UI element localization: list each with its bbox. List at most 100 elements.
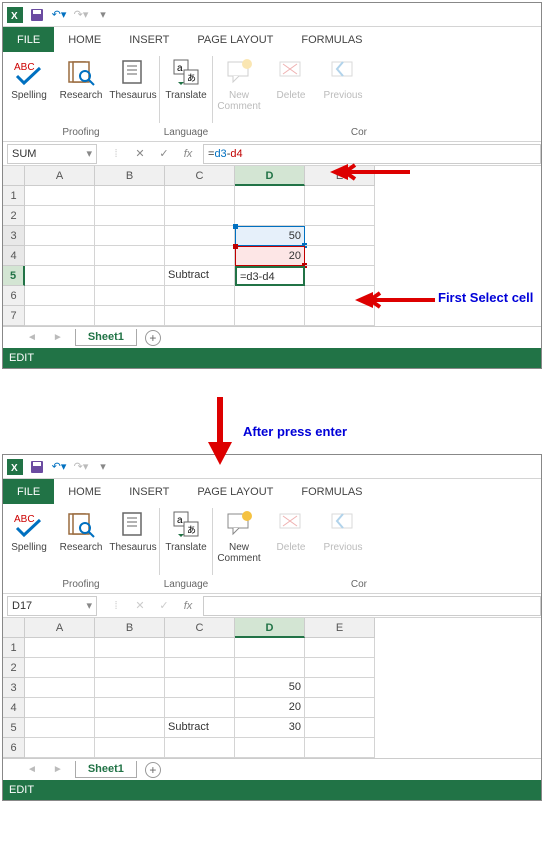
- previous-comment-button: Previous: [317, 52, 369, 125]
- new-comment-button: New Comment: [213, 52, 265, 125]
- undo-icon[interactable]: ↶▾: [51, 7, 67, 23]
- language-group-label: Language: [160, 125, 212, 141]
- name-box[interactable]: D17▾: [7, 596, 97, 616]
- status-bar-2: EDIT: [3, 780, 541, 800]
- spelling-icon: ABC: [13, 56, 45, 88]
- cell-d5-editing[interactable]: =d3-d4: [235, 266, 305, 286]
- cell-d3[interactable]: 50: [235, 678, 305, 698]
- svg-text:あ: あ: [187, 525, 196, 535]
- svg-text:a: a: [177, 515, 183, 526]
- tab-home[interactable]: HOME: [54, 27, 115, 52]
- worksheet-grid-2[interactable]: A B C D E 1 2 350 420 5Subtract30 6: [3, 618, 541, 758]
- sheet-nav-next-icon[interactable]: ►: [49, 332, 67, 343]
- translate-button[interactable]: aあTranslate: [160, 504, 212, 577]
- after-enter-annotation: After press enter: [243, 424, 347, 439]
- cell-d5[interactable]: 30: [235, 718, 305, 738]
- cancel-formula-icon: ✕: [133, 599, 147, 612]
- thesaurus-button[interactable]: Thesaurus: [107, 52, 159, 125]
- formula-input[interactable]: =d3-d4: [203, 144, 541, 164]
- select-all-corner[interactable]: [3, 618, 25, 638]
- new-comment-button[interactable]: New Comment: [213, 504, 265, 577]
- add-sheet-button[interactable]: +: [145, 762, 161, 778]
- sheet-nav-prev-icon[interactable]: ◄: [23, 764, 41, 775]
- delete-comment-icon: [275, 56, 307, 88]
- enter-formula-icon[interactable]: ✓: [157, 147, 171, 160]
- spelling-button[interactable]: ABCSpelling: [3, 504, 55, 577]
- ribbon-tabs-2: FILE HOME INSERT PAGE LAYOUT FORMULAS: [3, 479, 541, 504]
- cell-d3[interactable]: 50: [235, 226, 305, 246]
- ribbon: ABC Spelling Research Thesaurus Proofing…: [3, 52, 541, 142]
- first-select-annotation: First Select cell: [438, 290, 533, 305]
- cell-c5[interactable]: Subtract: [165, 266, 235, 286]
- proofing-group-label: Proofing: [3, 125, 159, 141]
- excel-app-icon: X: [7, 459, 23, 475]
- tab-page-layout[interactable]: PAGE LAYOUT: [183, 479, 287, 504]
- quick-access-toolbar-2: X ↶▾ ↷▾ ▾: [3, 455, 541, 479]
- sheet-nav-next-icon[interactable]: ►: [49, 764, 67, 775]
- save-icon[interactable]: [29, 459, 45, 475]
- research-icon: [65, 56, 97, 88]
- name-box[interactable]: SUM▾: [7, 144, 97, 164]
- svg-text:a: a: [177, 63, 183, 74]
- status-bar: EDIT: [3, 348, 541, 368]
- delete-comment-button: Delete: [265, 504, 317, 577]
- previous-comment-button: Previous: [317, 504, 369, 577]
- add-sheet-button[interactable]: +: [145, 330, 161, 346]
- fx-icon[interactable]: fx: [181, 600, 195, 612]
- tab-insert[interactable]: INSERT: [115, 479, 183, 504]
- col-header-a[interactable]: A: [25, 166, 95, 186]
- thesaurus-icon: [117, 56, 149, 88]
- fx-icon[interactable]: fx: [181, 148, 195, 160]
- undo-icon[interactable]: ↶▾: [51, 459, 67, 475]
- svg-text:ABC: ABC: [14, 514, 35, 525]
- sheet-tabs: ◄ ► Sheet1 +: [3, 326, 541, 348]
- tab-home[interactable]: HOME: [54, 479, 115, 504]
- research-button[interactable]: Research: [55, 52, 107, 125]
- down-arrow-icon: [205, 397, 235, 467]
- thesaurus-button[interactable]: Thesaurus: [107, 504, 159, 577]
- svg-text:あ: あ: [187, 73, 196, 83]
- select-cell-arrow-icon: [355, 290, 435, 310]
- tab-formulas[interactable]: FORMULAS: [287, 27, 376, 52]
- tab-page-layout[interactable]: PAGE LAYOUT: [183, 27, 287, 52]
- sheet-tab-sheet1[interactable]: Sheet1: [75, 761, 137, 778]
- col-header-d[interactable]: D: [235, 166, 305, 186]
- cell-d4[interactable]: 20: [235, 698, 305, 718]
- select-all-corner[interactable]: [3, 166, 25, 186]
- research-button[interactable]: Research: [55, 504, 107, 577]
- redo-icon[interactable]: ↷▾: [73, 7, 89, 23]
- cancel-formula-icon[interactable]: ✕: [133, 147, 147, 160]
- cell-c5[interactable]: Subtract: [165, 718, 235, 738]
- qat-customize-icon[interactable]: ▾: [95, 459, 111, 475]
- translate-icon: aあ: [170, 56, 202, 88]
- spelling-button[interactable]: ABC Spelling: [3, 52, 55, 125]
- sheet-nav-prev-icon[interactable]: ◄: [23, 332, 41, 343]
- sheet-tab-sheet1[interactable]: Sheet1: [75, 329, 137, 346]
- svg-text:X: X: [11, 11, 18, 22]
- translate-button[interactable]: aあ Translate: [160, 52, 212, 125]
- ribbon-2: ABCSpelling Research Thesaurus Proofing …: [3, 504, 541, 594]
- tab-file[interactable]: FILE: [3, 27, 54, 52]
- col-header-b[interactable]: B: [95, 166, 165, 186]
- delete-comment-button: Delete: [265, 52, 317, 125]
- formula-bar: SUM▾ ⁞ ✕ ✓ fx =d3-d4: [3, 142, 541, 166]
- svg-text:ABC: ABC: [14, 62, 35, 73]
- redo-icon[interactable]: ↷▾: [73, 459, 89, 475]
- comments-group-label: Cor: [213, 125, 369, 141]
- formula-bar-2: D17▾ ⁞ ✕ ✓ fx: [3, 594, 541, 618]
- sheet-tabs-2: ◄ ► Sheet1 +: [3, 758, 541, 780]
- enter-formula-icon: ✓: [157, 599, 171, 612]
- previous-comment-icon: [327, 56, 359, 88]
- formula-arrow-icon: [330, 162, 410, 182]
- new-comment-icon: [223, 56, 255, 88]
- tab-insert[interactable]: INSERT: [115, 27, 183, 52]
- excel-app-icon: X: [7, 7, 23, 23]
- tab-file[interactable]: FILE: [3, 479, 54, 504]
- tab-formulas[interactable]: FORMULAS: [287, 479, 376, 504]
- qat-customize-icon[interactable]: ▾: [95, 7, 111, 23]
- save-icon[interactable]: [29, 7, 45, 23]
- formula-input[interactable]: [203, 596, 541, 616]
- col-header-c[interactable]: C: [165, 166, 235, 186]
- ribbon-tabs: FILE HOME INSERT PAGE LAYOUT FORMULAS: [3, 27, 541, 52]
- cell-d4[interactable]: 20: [235, 246, 305, 266]
